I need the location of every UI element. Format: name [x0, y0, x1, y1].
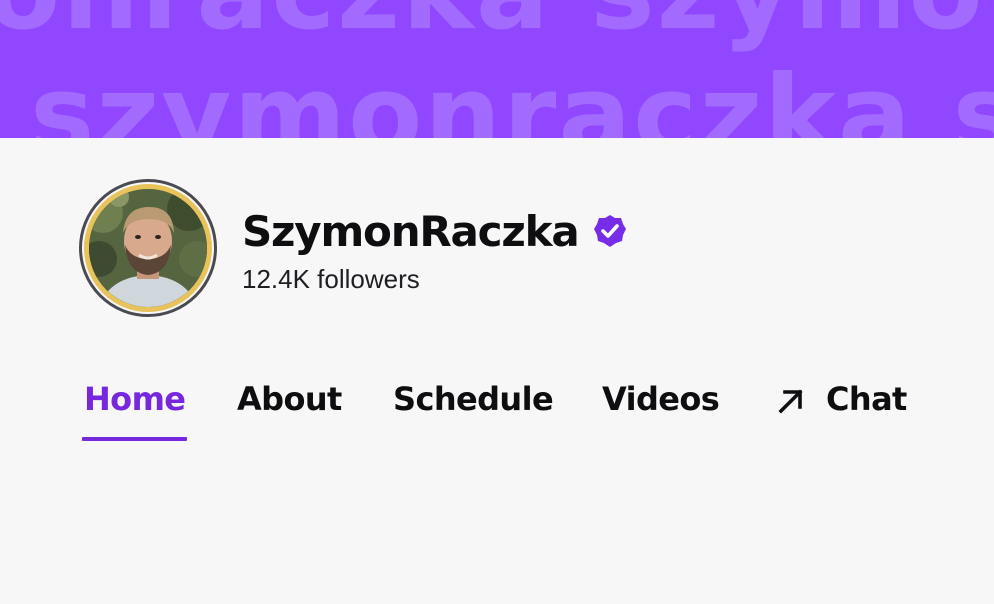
channel-banner: onraczka szymo szymonraczka s: [0, 0, 994, 138]
channel-tabs: Home About Schedule Videos Chat: [0, 380, 994, 444]
tab-chat[interactable]: Chat: [776, 380, 907, 440]
channel-page: onraczka szymo szymonraczka s: [0, 0, 994, 604]
tab-label: Chat: [826, 380, 907, 418]
tab-label: Home: [84, 380, 186, 418]
tab-label: Schedule: [393, 380, 554, 418]
follower-count: 12.4K followers: [242, 264, 420, 294]
tab-label: Videos: [602, 380, 720, 418]
arrow-up-right-icon: [776, 386, 806, 416]
channel-title-row: SzymonRaczka: [242, 204, 627, 258]
tab-videos[interactable]: Videos: [602, 380, 720, 440]
avatar-image: [89, 189, 207, 307]
tab-about[interactable]: About: [237, 380, 342, 440]
banner-text: szymonraczka s: [30, 53, 994, 139]
tab-label: About: [237, 380, 342, 418]
tab-home[interactable]: Home: [84, 380, 186, 440]
verified-badge-icon: [593, 214, 627, 248]
avatar[interactable]: [84, 184, 212, 312]
channel-name[interactable]: SzymonRaczka: [242, 207, 580, 256]
banner-text: onraczka szymo: [0, 0, 985, 46]
active-tab-indicator: [82, 437, 187, 441]
tab-schedule[interactable]: Schedule: [393, 380, 554, 440]
